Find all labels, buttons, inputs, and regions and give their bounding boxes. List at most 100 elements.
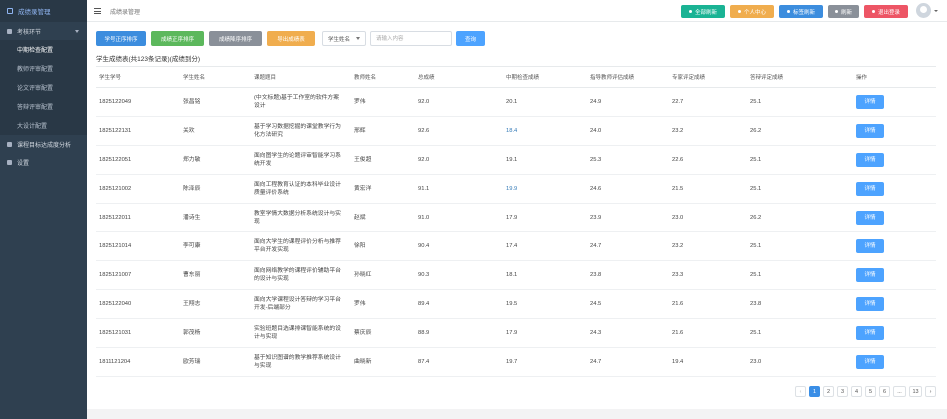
cell-midterm: 17.4 <box>503 231 587 262</box>
page-13-button[interactable]: 13 <box>909 386 922 397</box>
cell-expert: 21.6 <box>669 289 747 320</box>
logout-button[interactable]: 退出登录 <box>864 5 908 18</box>
cell-advisor: 23.9 <box>587 203 669 233</box>
search-input[interactable] <box>370 31 452 46</box>
cell-total: 90.3 <box>415 260 503 291</box>
sort-id-asc-button[interactable]: 学号正序排序 <box>96 31 146 46</box>
cell-topic: 面向网络教学的课程评价辅助平台的设计与实现 <box>251 260 351 291</box>
chart-icon <box>7 141 12 147</box>
sidebar-brand[interactable]: 成绩录管理 <box>0 0 87 22</box>
button-label: 标签刷新 <box>792 9 815 16</box>
detail-button[interactable]: 详情 <box>856 268 884 283</box>
cell-actions: 详情 <box>853 260 936 291</box>
chevron-down-icon[interactable] <box>934 10 938 12</box>
cell-total: 87.4 <box>415 347 503 377</box>
export-button[interactable]: 导出成绩表 <box>267 31 315 46</box>
sidebar-subitem-defense-review[interactable]: 答辩评审配置 <box>0 97 87 116</box>
personal-center-button[interactable]: 个人中心 <box>730 5 774 18</box>
cell-actions: 详情 <box>853 145 936 175</box>
table-row: 1825122040 王翔志 面向大学课程设计答辩的学习平台开发-后端部分 罗伟 89.… <box>96 289 936 320</box>
prev-page-button[interactable]: ‹ <box>795 386 806 397</box>
cell-advisor: 25.3 <box>587 145 669 175</box>
sidebar-subitem-thesis-review[interactable]: 论文评审配置 <box>0 78 87 97</box>
sidebar-subitem-teacher-review[interactable]: 教师评审配置 <box>0 59 87 78</box>
cell-topic: 基于知识图谱的教学推荐系统设计与实现 <box>251 347 351 377</box>
sidebar-item-course-analysis[interactable]: 课程目标达成度分析 <box>0 135 87 153</box>
cell-teacher: 黄宏洋 <box>351 174 415 204</box>
page-2-button[interactable]: 2 <box>823 386 834 397</box>
sidebar-item-label: 设置 <box>17 160 30 167</box>
assessment-icon <box>7 28 12 34</box>
cell-total: 88.9 <box>415 318 503 349</box>
cell-actions: 详情 <box>853 174 936 204</box>
cell-expert: 19.4 <box>669 347 747 377</box>
hamburger-icon[interactable] <box>94 8 101 14</box>
cell-topic: (中文标题)基于工作室的软件方案设计 <box>251 87 351 117</box>
table-row: 1811121204 欧芳瑞 基于知识图谱的教学推荐系统设计与实现 曲晓新 87.4 19… <box>96 347 936 377</box>
col-advisor: 指导教师评估成绩 <box>587 66 669 88</box>
sidebar-brand-label: 成绩录管理 <box>18 9 51 16</box>
cell-midterm: 17.9 <box>503 318 587 349</box>
detail-button[interactable]: 详情 <box>856 239 884 254</box>
cell-teacher: 王俊超 <box>351 145 415 175</box>
table-row: 1825121014 李可康 面向大学生的课程评价分析与推荐平台开发实现 徐阳 90.4… <box>96 231 936 262</box>
sidebar-item-settings[interactable]: 设置 <box>0 153 87 171</box>
cell-student-id: 1825122040 <box>96 289 180 320</box>
cell-topic: 面向图学生的论题评审智能学习系统开发 <box>251 145 351 175</box>
page-4-button[interactable]: 4 <box>851 386 862 397</box>
sidebar-item-assessment[interactable]: 考核环节 <box>0 22 87 40</box>
detail-button[interactable]: 详情 <box>856 152 884 167</box>
search-field-select[interactable]: 学生姓名 <box>322 31 366 46</box>
table-row: 1825121031 郭茂杨 实验班题目选课排课智能系统的设计与实现 蔡庆辰 88.9 1… <box>96 318 936 349</box>
detail-button[interactable]: 详情 <box>856 326 884 341</box>
cell-defense: 23.8 <box>747 289 853 320</box>
cell-total: 91.1 <box>415 174 503 204</box>
cell-midterm: 19.1 <box>503 145 587 175</box>
col-student-id: 学生学号 <box>96 66 180 88</box>
cell-midterm: 18.1 <box>503 260 587 291</box>
avatar-icon[interactable] <box>916 3 931 18</box>
sort-score-desc-button[interactable]: 成绩降序排序 <box>209 31 262 46</box>
cell-total: 92.0 <box>415 87 503 117</box>
button-label: 全部刷新 <box>694 9 717 16</box>
table-row: 1825121002 陈泽辰 面向工程教育认证的本科毕业设计质量评价系统 黄宏洋 91.… <box>96 174 936 204</box>
refresh-all-button[interactable]: 全部刷新 <box>681 5 725 18</box>
cell-total: 89.4 <box>415 289 503 320</box>
cell-actions: 详情 <box>853 116 936 146</box>
detail-button[interactable]: 详情 <box>856 297 884 312</box>
sidebar-subitem-midterm[interactable]: 中期检查配置 <box>0 40 87 59</box>
search-button[interactable]: 查询 <box>456 31 485 46</box>
cell-teacher: 曲晓新 <box>351 347 415 377</box>
detail-button[interactable]: 详情 <box>856 94 884 109</box>
cell-student-id: 1825121014 <box>96 231 180 262</box>
scores-table: 学生学号 学生姓名 课题题目 教师姓名 总成绩 中期检查成绩 指导教师评估成绩 … <box>96 66 936 377</box>
table-row: 1825122051 郑力敏 面向图学生的论题评审智能学习系统开发 王俊超 92.0 19… <box>96 145 936 175</box>
page-3-button[interactable]: 3 <box>837 386 848 397</box>
next-page-button[interactable]: › <box>925 386 936 397</box>
cell-expert: 23.0 <box>669 203 747 233</box>
detail-button[interactable]: 详情 <box>856 210 884 225</box>
page-1-button[interactable]: 1 <box>809 386 820 397</box>
page-6-button[interactable]: 6 <box>879 386 890 397</box>
refresh-icon <box>688 10 692 13</box>
detail-button[interactable]: 详情 <box>856 354 884 369</box>
cell-defense: 25.1 <box>747 87 853 117</box>
detail-button[interactable]: 详情 <box>856 181 884 196</box>
cell-actions: 详情 <box>853 318 936 349</box>
detail-button[interactable]: 详情 <box>856 123 884 138</box>
tab-refresh-button[interactable]: 标签刷新 <box>779 5 823 18</box>
cell-actions: 详情 <box>853 347 936 377</box>
sidebar-subitem-big-design[interactable]: 大设计配置 <box>0 116 87 135</box>
cell-topic: 实验班题目选课排课智能系统的设计与实现 <box>251 318 351 349</box>
cell-student-name: 潘诗生 <box>180 203 251 233</box>
cell-midterm: 20.1 <box>503 87 587 117</box>
refresh-button[interactable]: 刷新 <box>828 5 859 18</box>
cell-defense: 25.1 <box>747 231 853 262</box>
gear-icon <box>7 159 12 165</box>
sort-score-asc-button[interactable]: 成绩正序排序 <box>151 31 204 46</box>
cell-expert: 22.6 <box>669 145 747 175</box>
col-total: 总成绩 <box>415 66 503 88</box>
cell-topic: 基于学习数据挖掘的课堂教学行为化方法研究 <box>251 116 351 146</box>
page-ellipsis[interactable]: ... <box>893 386 906 397</box>
page-5-button[interactable]: 5 <box>865 386 876 397</box>
